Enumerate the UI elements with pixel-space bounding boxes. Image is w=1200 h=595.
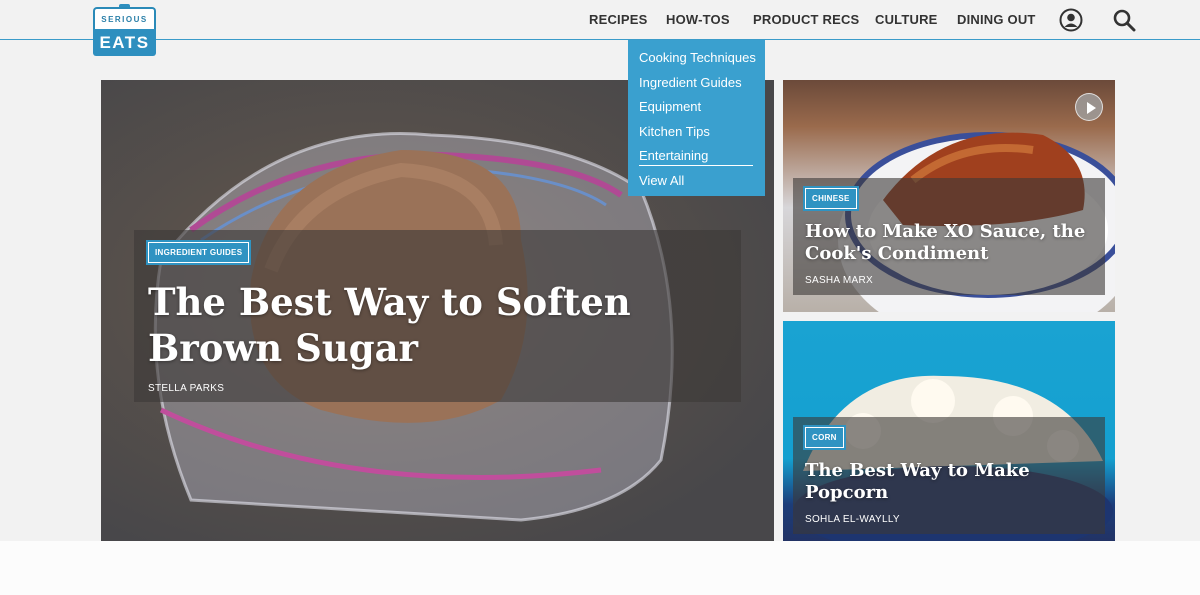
hero-caption: INGREDIENT GUIDES The Best Way to Soften… bbox=[145, 240, 631, 394]
dropdown-item-kitchen-tips[interactable]: Kitchen Tips bbox=[628, 122, 765, 147]
dropdown-item-cooking-techniques[interactable]: Cooking Techniques bbox=[628, 48, 765, 73]
side1-title-line-1: How to Make XO Sauce, the bbox=[805, 221, 1086, 242]
dropdown-item-view-all[interactable]: View All bbox=[628, 171, 765, 196]
dropdown-item-ingredient-guides[interactable]: Ingredient Guides bbox=[628, 73, 765, 98]
nav-recipes[interactable]: RECIPES bbox=[589, 12, 647, 27]
dropdown-item-equipment[interactable]: Equipment bbox=[628, 97, 765, 122]
nav-how-tos[interactable]: HOW-TOS bbox=[666, 12, 730, 27]
hero-category-tag[interactable]: INGREDIENT GUIDES bbox=[145, 240, 252, 265]
bottom-bar bbox=[0, 541, 1200, 595]
side1-title-line-2: Cook's Condiment bbox=[805, 243, 989, 264]
side-article-card-popcorn[interactable]: CORN The Best Way to Make Popcorn SOHLA … bbox=[783, 321, 1115, 550]
account-icon[interactable] bbox=[1059, 8, 1083, 32]
how-tos-dropdown: Cooking Techniques Ingredient Guides Equ… bbox=[628, 40, 765, 196]
logo-top-text: SERIOUS bbox=[101, 15, 148, 24]
dropdown-divider bbox=[639, 165, 753, 166]
side2-title[interactable]: The Best Way to Make Popcorn bbox=[805, 460, 1030, 504]
side2-title-line-2: Popcorn bbox=[805, 482, 889, 503]
side1-title[interactable]: How to Make XO Sauce, the Cook's Condime… bbox=[805, 221, 1085, 265]
logo-bottom-text: EATS bbox=[99, 33, 150, 52]
side1-caption: CHINESE How to Make XO Sauce, the Cook's… bbox=[803, 186, 1085, 286]
side2-author[interactable]: SOHLA EL-WAYLLY bbox=[805, 514, 1030, 525]
serious-eats-logo[interactable]: SERIOUS EATS bbox=[93, 4, 156, 56]
dropdown-item-entertaining[interactable]: Entertaining bbox=[628, 146, 765, 171]
side2-caption: CORN The Best Way to Make Popcorn SOHLA … bbox=[803, 425, 1030, 525]
side2-title-line-1: The Best Way to Make bbox=[805, 460, 1030, 481]
hero-author[interactable]: STELLA PARKS bbox=[148, 383, 631, 394]
side1-author[interactable]: SASHA MARX bbox=[805, 275, 1085, 286]
hero-title[interactable]: The Best Way to Soften Brown Sugar bbox=[148, 279, 631, 371]
side2-category-tag[interactable]: CORN bbox=[803, 425, 846, 450]
play-video-icon[interactable] bbox=[1075, 93, 1103, 121]
hero-title-line-2: Brown Sugar bbox=[148, 326, 419, 370]
side-article-card-xo-sauce[interactable]: CHINESE How to Make XO Sauce, the Cook's… bbox=[783, 80, 1115, 312]
logo-bottom: EATS bbox=[93, 29, 156, 56]
search-icon[interactable] bbox=[1112, 8, 1136, 32]
nav-culture[interactable]: CULTURE bbox=[875, 12, 938, 27]
nav-dining-out[interactable]: DINING OUT bbox=[957, 12, 1036, 27]
side1-category-tag[interactable]: CHINESE bbox=[803, 186, 859, 211]
hero-title-line-1: The Best Way to Soften bbox=[148, 280, 631, 324]
nav-product-recs[interactable]: PRODUCT RECS bbox=[753, 12, 859, 27]
logo-top: SERIOUS bbox=[93, 7, 156, 29]
